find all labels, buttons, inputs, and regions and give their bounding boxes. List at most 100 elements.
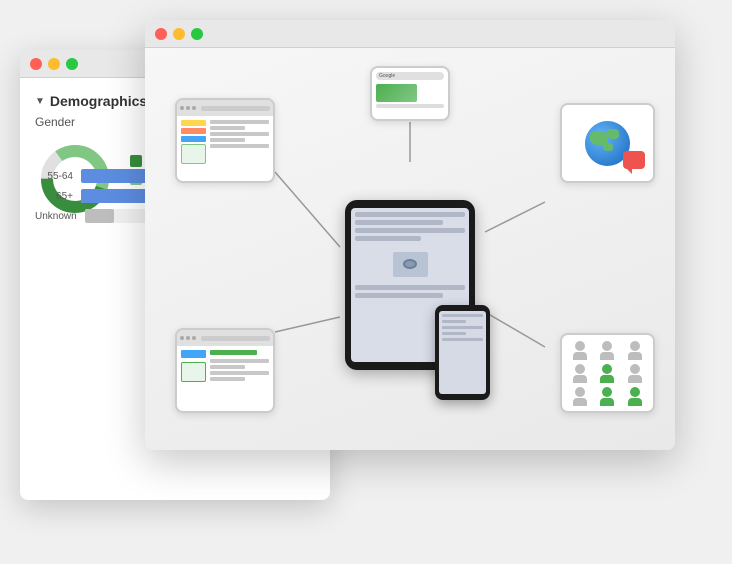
- tablet-content-2: [351, 281, 469, 305]
- person-gray-4: [568, 364, 592, 383]
- person-green-2: [596, 387, 620, 406]
- globe-area: [562, 105, 653, 181]
- search-result-block: [376, 84, 417, 102]
- body-5: [600, 375, 614, 383]
- tablet-middle: [351, 252, 469, 277]
- head-8: [602, 387, 612, 397]
- t-line-1: [210, 120, 269, 124]
- thumb-search-content: [372, 68, 448, 112]
- tablet-line-2: [355, 220, 443, 225]
- thumb-search: [370, 66, 450, 121]
- thumb-people: [560, 333, 655, 413]
- central-devices: [345, 200, 475, 370]
- adnet-close-dot[interactable]: [155, 28, 167, 40]
- head-1: [575, 341, 585, 351]
- body-1: [573, 352, 587, 360]
- head-9: [630, 387, 640, 397]
- website2-header: [177, 330, 273, 346]
- thumb-globe: [560, 103, 655, 183]
- t-line-4: [210, 138, 245, 142]
- person-gray-2: [596, 341, 620, 360]
- phone-line-1: [442, 314, 483, 317]
- collapse-arrow[interactable]: ▼: [35, 96, 45, 107]
- adnet-maximize-dot[interactable]: [191, 28, 203, 40]
- green-line: [210, 350, 257, 355]
- close-dot[interactable]: [30, 58, 42, 70]
- adnet-minimize-dot[interactable]: [173, 28, 185, 40]
- content-lines: [210, 120, 269, 164]
- phone-line-2: [442, 320, 466, 323]
- camera-mockup: [393, 252, 428, 277]
- adnetwork-window: [145, 20, 675, 450]
- website2-body: [177, 346, 273, 386]
- phone-screen: [439, 311, 486, 394]
- adnetwork-titlebar: [145, 20, 675, 48]
- land-2: [607, 129, 619, 139]
- mini-dot-6: [192, 336, 196, 340]
- head-6: [630, 364, 640, 374]
- content-lines2: [210, 350, 269, 382]
- person-gray-3: [623, 341, 647, 360]
- body-9: [628, 398, 642, 406]
- tablet-line-5: [355, 285, 465, 290]
- phone-line-3: [442, 326, 483, 329]
- head-5: [602, 364, 612, 374]
- mini-dot-5: [186, 336, 190, 340]
- t-line-5: [210, 144, 269, 148]
- tablet-line-6: [355, 293, 443, 298]
- body-4: [573, 375, 587, 383]
- tablet-line-4: [355, 236, 421, 241]
- body-8: [600, 398, 614, 406]
- head-3: [630, 341, 640, 351]
- person-green-1: [596, 364, 620, 383]
- tablet-content: [351, 208, 469, 248]
- searchbar-mockup: [376, 72, 444, 80]
- colorful-banner: [181, 120, 206, 164]
- strip-blue: [181, 136, 206, 142]
- t-line-9: [210, 377, 245, 381]
- t-line-8: [210, 371, 269, 375]
- land-3: [603, 143, 613, 151]
- bar-label-65plus: 65+: [35, 191, 73, 202]
- bar-fill-unknown: [85, 209, 115, 223]
- t-line-3: [210, 132, 269, 136]
- search-line: [376, 104, 444, 108]
- colorful-banner2: [181, 350, 206, 382]
- urlbar2: [201, 336, 270, 341]
- bar-label-5564: 55-64: [35, 171, 73, 182]
- urlbar: [201, 106, 270, 111]
- mini-dot-3: [192, 106, 196, 110]
- mini-dot-2: [186, 106, 190, 110]
- t-line-2: [210, 126, 245, 130]
- mini-dot-4: [180, 336, 184, 340]
- phone-line-5: [442, 338, 483, 341]
- mini-dot-1: [180, 106, 184, 110]
- tablet-line-3: [355, 228, 465, 233]
- person-gray-6: [568, 387, 592, 406]
- tablet-line-1: [355, 212, 465, 217]
- body-6: [628, 375, 642, 383]
- t-line-6: [210, 359, 269, 363]
- speech-bubble: [623, 151, 645, 169]
- thumb-website-top: [175, 98, 275, 183]
- thumb-website-bottom: [175, 328, 275, 413]
- person-gray-5: [623, 364, 647, 383]
- head-4: [575, 364, 585, 374]
- maximize-dot[interactable]: [66, 58, 78, 70]
- adnetwork-content: [145, 48, 675, 450]
- website-header: [177, 100, 273, 116]
- tablet-device: [345, 200, 475, 370]
- people-grid: [562, 335, 653, 411]
- male-color: [130, 155, 142, 167]
- minimize-dot[interactable]: [48, 58, 60, 70]
- phone-device: [435, 305, 490, 400]
- bar-label-unknown: Unknown: [35, 211, 77, 222]
- body-2: [600, 352, 614, 360]
- green-block2: [181, 362, 206, 382]
- head-7: [575, 387, 585, 397]
- strip-orange: [181, 128, 206, 134]
- website-body: [177, 116, 273, 168]
- demographics-label: Demographics: [50, 93, 147, 109]
- strip-yellow: [181, 120, 206, 126]
- phone-line-4: [442, 332, 466, 335]
